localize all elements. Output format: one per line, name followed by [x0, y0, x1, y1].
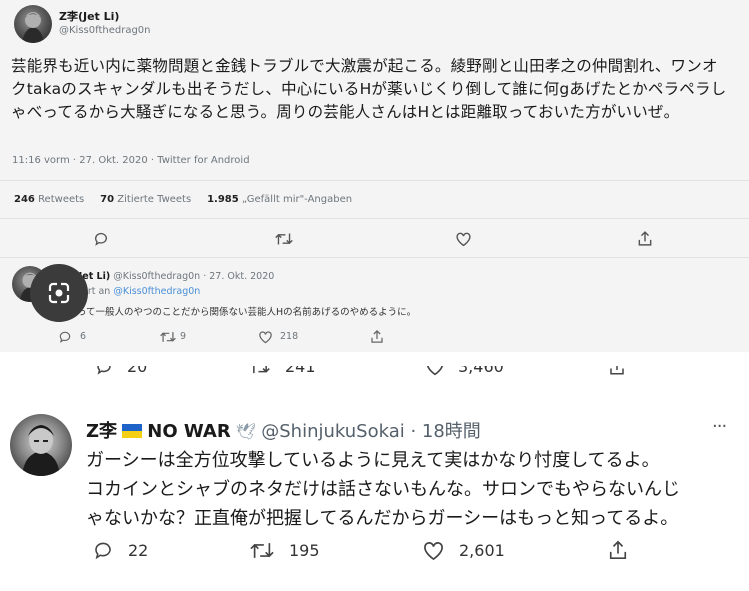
retweets-count[interactable]: 246 — [14, 194, 35, 205]
ukraine-flag-icon — [122, 424, 143, 438]
tweet-text-line: ゃないかな？正直俺が把握してるんだからガーシーはもっと知ってるよ。 — [86, 508, 679, 529]
author-name[interactable]: Z李 — [86, 421, 117, 442]
lens-icon — [48, 282, 70, 304]
share-icon — [608, 366, 626, 376]
like-count: 2,601 — [459, 541, 505, 560]
author-handle-date[interactable]: @Kiss0fthedrag0n · 27. Okt. 2020 — [113, 271, 274, 282]
engagement-stats: 246 Retweets 70 Zitierte Tweets 1.985 „G… — [14, 194, 352, 205]
dove-icon: 🕊 — [235, 422, 257, 441]
retweet-icon[interactable] — [250, 540, 274, 561]
more-options-icon[interactable]: ··· — [712, 416, 727, 437]
share-icon[interactable] — [370, 329, 384, 344]
divider — [0, 180, 749, 181]
share-icon[interactable] — [637, 230, 653, 247]
reply-icon[interactable] — [93, 231, 109, 247]
tweet-text: 薬物って一般人のやつのことだから関係ない芸能人Hの名前あげるのやめるように。 — [58, 307, 417, 318]
tweet-text-line: ガーシーは全方位攻撃しているように見えて実はかなり忖度してるよ。 — [86, 450, 660, 471]
likes-label[interactable]: „Gefällt mir"-Angaben — [242, 194, 352, 205]
like-icon[interactable] — [455, 231, 472, 247]
quotes-count[interactable]: 70 — [100, 194, 114, 205]
tweet-text: 芸能界も近い内に薬物問題と金銭トラブルで大激震が起こる。綾野剛と山田孝之の仲間割… — [11, 57, 727, 121]
like-icon[interactable] — [258, 330, 273, 344]
share-icon[interactable] — [608, 539, 628, 561]
tweet-text: ガーシーは全方位攻撃しているように見えて実はかなり忖度してるよ。 コカインとシャ… — [86, 446, 736, 533]
divider — [0, 257, 749, 258]
like-count: 218 — [280, 331, 299, 342]
retweets-label[interactable]: Retweets — [38, 194, 84, 205]
tweet-header: Z李 NO WAR 🕊 @ShinjukuSokai · 18時間 — [86, 417, 481, 443]
retweet-count: 9 — [180, 331, 187, 342]
retweet-icon[interactable] — [275, 231, 293, 247]
tweet-text-line: コカインとシャブのネタだけは話さないもんな。サロンでもやらないんじ — [86, 479, 680, 500]
reply-header: Z李(Jet Li) @Kiss0fthedrag0n · 27. Okt. 2… — [58, 268, 274, 282]
likes-count[interactable]: 1.985 — [207, 194, 239, 205]
no-war-label: NO WAR — [147, 421, 231, 442]
reply-to-link[interactable]: @Kiss0fthedrag0n — [113, 286, 200, 297]
cut-action-row: 20 241 3,460 — [0, 366, 749, 384]
retweet-icon[interactable] — [160, 330, 176, 344]
avatar[interactable] — [10, 414, 72, 476]
reply-icon[interactable] — [92, 540, 114, 561]
avatar[interactable] — [14, 5, 52, 43]
like-count: 3,460 — [458, 366, 504, 376]
lens-search-button[interactable] — [30, 264, 88, 322]
reply-count: 20 — [127, 366, 148, 376]
retweet-count: 241 — [285, 366, 316, 376]
reply-icon[interactable] — [58, 330, 72, 344]
divider — [0, 218, 749, 219]
reply-icon — [95, 366, 113, 376]
retweet-icon — [250, 366, 270, 376]
author-name[interactable]: Z李(Jet Li) — [59, 8, 119, 24]
like-icon — [425, 366, 445, 376]
author-handle[interactable]: @Kiss0fthedrag0n — [59, 25, 151, 36]
quotes-label[interactable]: Zitierte Tweets — [117, 194, 191, 205]
reply-count: 22 — [128, 541, 149, 560]
like-icon[interactable] — [422, 540, 445, 561]
author-handle-time[interactable]: @ShinjukuSokai · 18時間 — [261, 421, 481, 442]
reply-count: 6 — [80, 331, 87, 342]
tweet-timestamp[interactable]: 11:16 vorm · 27. Okt. 2020 · Twitter for… — [12, 155, 250, 166]
retweet-count: 195 — [289, 541, 320, 560]
